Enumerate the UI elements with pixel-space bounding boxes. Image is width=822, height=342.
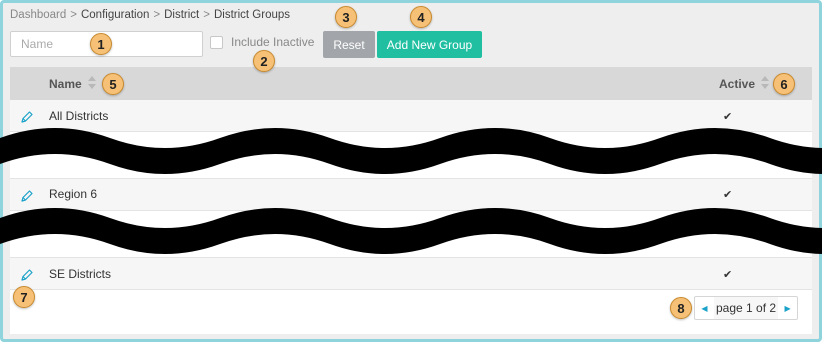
callout-badge: 6 bbox=[773, 73, 795, 95]
group-name: All Districts bbox=[49, 109, 109, 123]
breadcrumb: Dashboard > Configuration > District > Distric… bbox=[10, 9, 290, 21]
group-name: Region 6 bbox=[49, 187, 98, 201]
add-new-group-button[interactable]: Add New Group bbox=[377, 31, 482, 58]
breadcrumb-separator: > bbox=[70, 9, 77, 21]
breadcrumb-configuration[interactable]: Configuration bbox=[81, 9, 149, 21]
page-content: Dashboard > Configuration > District > Distric… bbox=[0, 6, 822, 334]
table-header: Name Active bbox=[10, 67, 812, 100]
column-header-name[interactable]: Name bbox=[49, 77, 82, 91]
sort-icon[interactable] bbox=[88, 76, 96, 90]
checkmark-icon: ✔ bbox=[723, 189, 733, 201]
district-groups-table: Name Active All Districts ✔ Region 6 ✔ S… bbox=[10, 67, 812, 334]
sort-icon[interactable] bbox=[761, 76, 769, 90]
checkmark-icon: ✔ bbox=[723, 111, 733, 123]
include-inactive-label: Include Inactive bbox=[231, 35, 315, 49]
pencil-icon[interactable] bbox=[20, 268, 34, 282]
include-inactive-checkbox[interactable] bbox=[210, 35, 223, 49]
callout-badge: 8 bbox=[670, 297, 692, 319]
breadcrumb-district-groups: District Groups bbox=[213, 9, 291, 21]
callout-badge: 4 bbox=[410, 6, 432, 28]
total-pages: 2 bbox=[769, 301, 777, 315]
callout-badge: 5 bbox=[102, 73, 124, 95]
breadcrumb-dashboard[interactable]: Dashboard bbox=[10, 9, 66, 21]
caret-left-icon[interactable]: ◀ bbox=[695, 297, 714, 319]
include-inactive-toggle[interactable]: Include Inactive bbox=[210, 35, 314, 49]
pencil-icon[interactable] bbox=[20, 189, 34, 203]
current-page: 1 bbox=[746, 301, 753, 315]
redaction-wave bbox=[0, 128, 822, 174]
breadcrumb-district[interactable]: District bbox=[164, 9, 199, 21]
breadcrumb-separator: > bbox=[203, 9, 210, 21]
callout-badge: 2 bbox=[253, 50, 275, 72]
callout-badge: 1 bbox=[90, 33, 112, 55]
redaction-wave bbox=[0, 208, 822, 254]
callout-badge: 7 bbox=[13, 286, 35, 308]
pencil-icon[interactable] bbox=[20, 110, 34, 124]
column-header-active[interactable]: Active bbox=[719, 77, 755, 91]
page-indicator: page 1 of 2 bbox=[714, 297, 779, 319]
table-row: SE Districts ✔ bbox=[10, 258, 812, 290]
reset-button[interactable]: Reset bbox=[323, 31, 375, 58]
caret-right-icon[interactable]: ▶ bbox=[778, 297, 797, 319]
group-name: SE Districts bbox=[49, 267, 112, 281]
pagination: ◀ page 1 of 2 ▶ bbox=[694, 296, 799, 320]
breadcrumb-separator: > bbox=[153, 9, 161, 21]
callout-badge: 3 bbox=[335, 6, 357, 28]
checkmark-icon: ✔ bbox=[723, 269, 733, 281]
